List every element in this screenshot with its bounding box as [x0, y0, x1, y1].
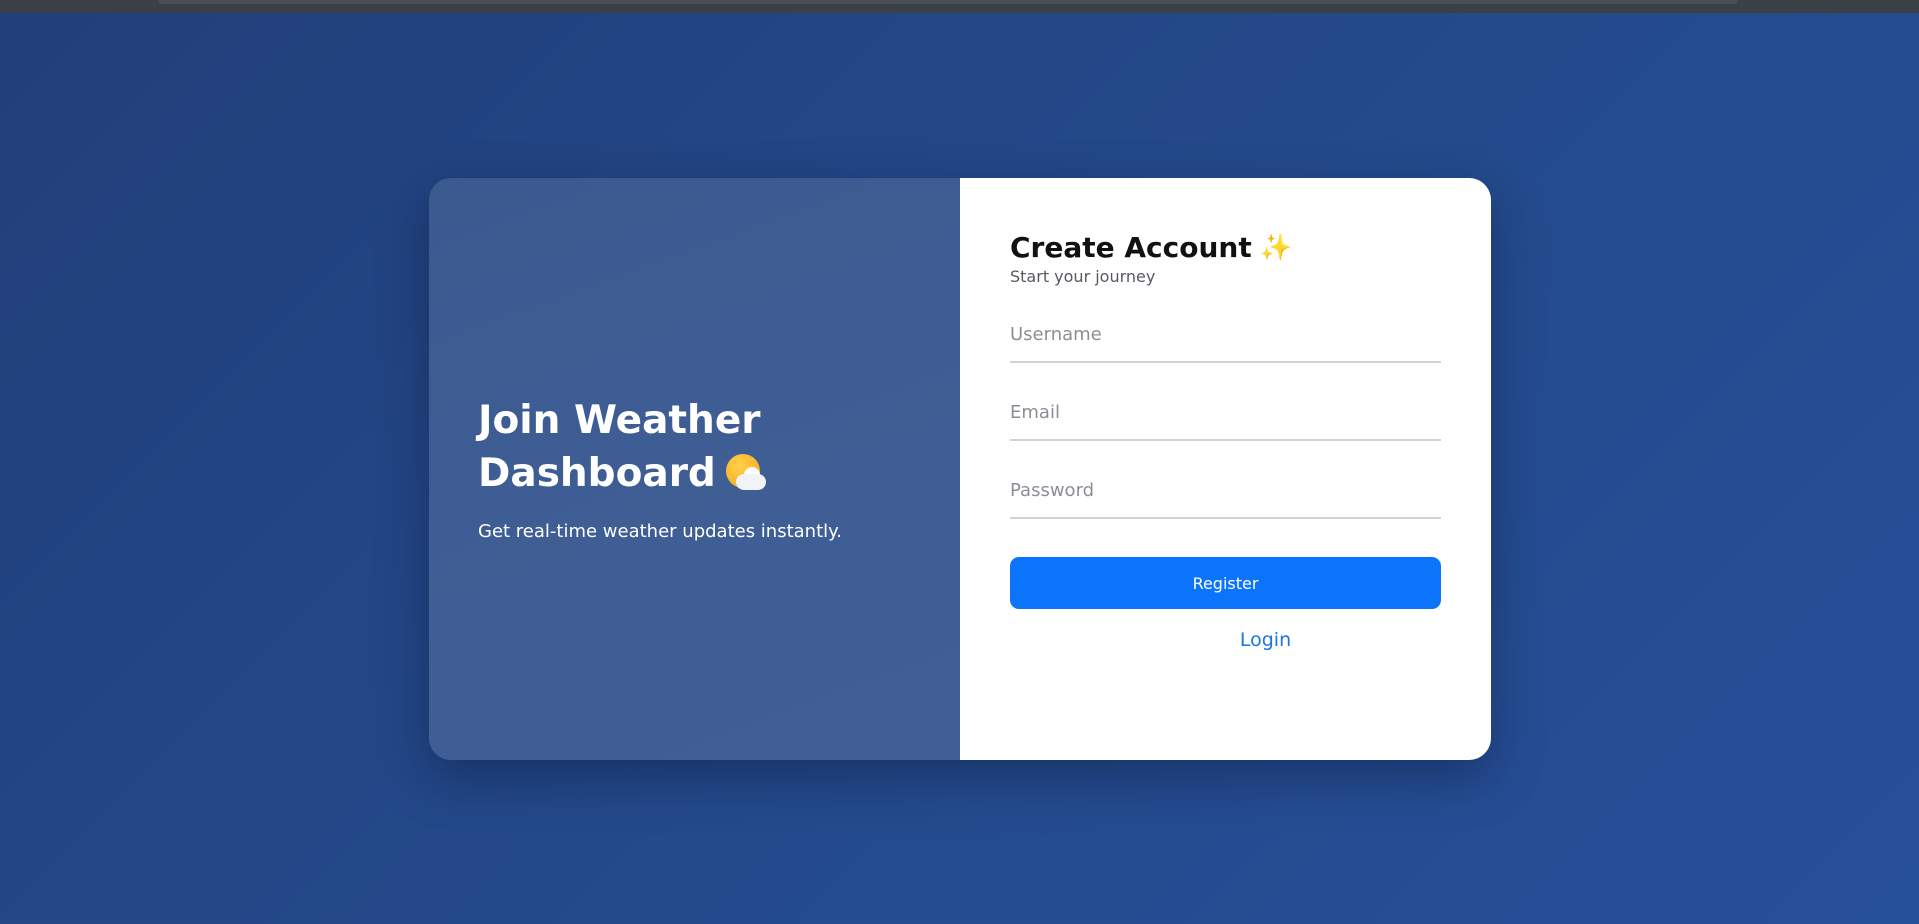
register-form-panel: Create Account✨ Start your journey Regis…: [960, 178, 1491, 760]
register-card: Join Weather Dashboard Get real-time wea…: [429, 178, 1491, 760]
password-field: [1010, 465, 1441, 519]
cloud-sun-icon: [724, 452, 768, 492]
email-input[interactable]: [1010, 395, 1441, 429]
form-title-text: Create Account: [1010, 231, 1252, 264]
email-field: [1010, 387, 1441, 441]
browser-top-strip: [0, 0, 1919, 13]
sparkles-icon: ✨: [1259, 233, 1293, 263]
password-input[interactable]: [1010, 473, 1441, 507]
form-subtitle: Start your journey: [1010, 267, 1156, 286]
welcome-title: Join Weather Dashboard: [478, 394, 778, 500]
username-input[interactable]: [1010, 317, 1441, 351]
username-field: [1010, 309, 1441, 363]
browser-top-strip-bar: [158, 0, 1738, 4]
welcome-subtitle: Get real-time weather updates instantly.: [478, 521, 842, 542]
login-link[interactable]: Login: [1010, 629, 1441, 651]
welcome-title-text: Join Weather Dashboard: [478, 398, 761, 496]
register-button[interactable]: Register: [1010, 557, 1441, 609]
form-title: Create Account ✨: [1010, 229, 1441, 267]
welcome-panel: Join Weather Dashboard Get real-time wea…: [429, 178, 960, 760]
